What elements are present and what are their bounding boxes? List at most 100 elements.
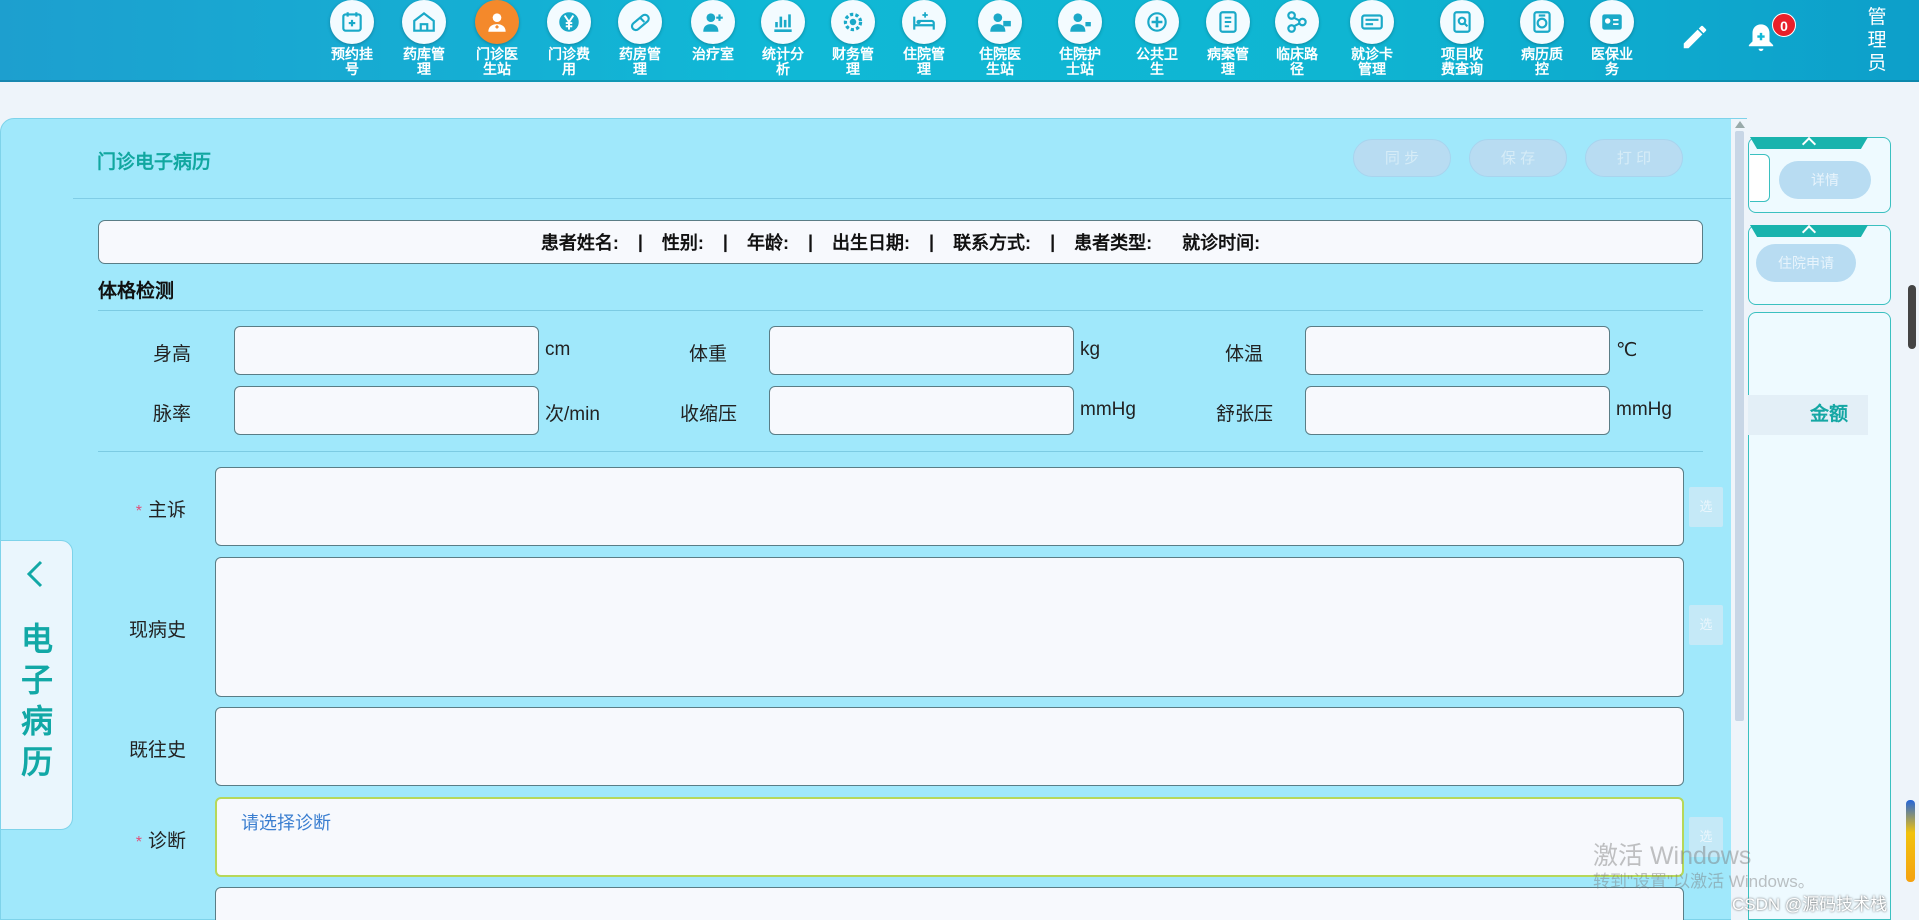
pulse-input[interactable]	[234, 386, 539, 435]
page-scrollbar-indicator	[1906, 800, 1915, 882]
present-illness-label: 现病史	[128, 620, 186, 641]
gear-coin-icon	[831, 0, 875, 44]
nav-item-1[interactable]: 预约挂号	[322, 0, 382, 77]
save-button[interactable]: 保 存	[1469, 139, 1567, 177]
details-button[interactable]: 详情	[1779, 161, 1871, 199]
page-title: 门诊电子病历	[97, 152, 212, 173]
present-illness-select-button[interactable]: 选	[1689, 605, 1723, 645]
doctor-icon	[475, 0, 519, 44]
systolic-input[interactable]	[769, 386, 1074, 435]
systolic-unit: mmHg	[1080, 399, 1136, 420]
nav-item-8[interactable]: 财务管理	[823, 0, 883, 77]
temperature-unit: ℃	[1616, 340, 1638, 361]
scroll-up-icon[interactable]	[1735, 121, 1745, 128]
activation-watermark-text: 转到"设置"以激活 Windows。	[1593, 872, 1815, 891]
diagnosis-label: * 诊断	[135, 831, 186, 852]
nav-item-9[interactable]: 住院管理	[894, 0, 954, 77]
required-mark: *	[135, 503, 142, 520]
contact-label: 联系方式:	[953, 233, 1032, 253]
nav-item-17[interactable]: 病历质控	[1512, 0, 1572, 77]
right-input[interactable]	[1750, 154, 1770, 202]
panel-scrollbar[interactable]	[1731, 119, 1748, 920]
nav-item-4[interactable]: 门诊费用	[539, 0, 599, 77]
nav-item-12[interactable]: 公共卫生	[1127, 0, 1187, 77]
nav-item-label: 药库管理	[403, 46, 445, 77]
pill-icon	[618, 0, 662, 44]
section-title-physical-exam: 体格检测	[98, 281, 175, 302]
notification-badge: 0	[1772, 13, 1796, 37]
present-illness-textarea[interactable]	[215, 557, 1684, 697]
nav-item-label: 预约挂号	[331, 46, 373, 77]
collapse-tab[interactable]	[1750, 137, 1868, 149]
height-input[interactable]	[234, 326, 539, 375]
weight-unit: kg	[1080, 339, 1101, 360]
gender-label: 性别:	[661, 233, 704, 253]
nav-item-13[interactable]: 病案管理	[1198, 0, 1258, 77]
medical-record-icon	[1206, 0, 1250, 44]
nav-item-11[interactable]: 住院护士站	[1050, 0, 1110, 77]
nav-item-label: 临床路径	[1276, 46, 1318, 77]
required-mark: *	[135, 834, 142, 851]
id-card-icon	[1350, 0, 1394, 44]
nav-item-16[interactable]: 项目收费查询	[1432, 0, 1492, 77]
chief-complaint-select-button[interactable]: 选	[1689, 487, 1723, 527]
health-cross-icon	[1135, 0, 1179, 44]
sync-button[interactable]: 同 步	[1353, 139, 1451, 177]
nurse-station-icon	[1058, 0, 1102, 44]
admission-request-button[interactable]: 住院申请	[1756, 244, 1856, 282]
nav-item-15[interactable]: 就诊卡管理	[1342, 0, 1402, 77]
calendar-plus-icon	[330, 0, 374, 44]
nav-item-5[interactable]: 药房管理	[610, 0, 670, 77]
chief-complaint-label: * 主诉	[135, 500, 186, 521]
nav-item-label: 统计分析	[762, 46, 804, 77]
nav-item-label: 门诊费用	[548, 46, 590, 77]
nav-item-14[interactable]: 临床路径	[1267, 0, 1327, 77]
temperature-input[interactable]	[1305, 326, 1610, 375]
patient-info-bar: 患者姓名: | 性别: | 年龄: | 出生日期: | 联系方式: | 患者类型: 就诊时间…	[98, 220, 1703, 264]
diastolic-input[interactable]	[1305, 386, 1610, 435]
divider	[98, 310, 1703, 311]
scrollbar-thumb[interactable]	[1735, 131, 1744, 721]
diastolic-label: 舒张压	[1215, 404, 1273, 425]
next-textarea[interactable]	[215, 887, 1684, 920]
nav-item-10[interactable]: 住院医生站	[970, 0, 1030, 77]
warehouse-icon	[402, 0, 446, 44]
patient-name-label: 患者姓名:	[540, 233, 619, 253]
chevron-left-icon[interactable]	[23, 559, 47, 589]
pulse-label: 脉率	[152, 404, 191, 425]
user-menu[interactable]: 管理员	[1866, 6, 1888, 75]
birth-date-label: 出生日期:	[832, 233, 911, 253]
nav-item-label: 医保业务	[1591, 46, 1633, 77]
diastolic-unit: mmHg	[1616, 399, 1672, 420]
nav-item-label: 治疗室	[692, 46, 734, 62]
weight-input[interactable]	[769, 326, 1074, 375]
patient-type-label: 患者类型:	[1074, 233, 1153, 253]
chief-complaint-textarea[interactable]	[215, 467, 1684, 546]
collapse-tab[interactable]	[1750, 225, 1868, 237]
print-button[interactable]: 打 印	[1585, 139, 1683, 177]
nav-item-label: 住院护士站	[1059, 46, 1101, 77]
nav-item-3[interactable]: 门诊医生站	[467, 0, 527, 77]
emr-drawer-tab[interactable]: 电子病历	[0, 540, 73, 830]
weight-label: 体重	[688, 344, 727, 365]
nav-item-7[interactable]: 统计分析	[753, 0, 813, 77]
past-history-textarea[interactable]	[215, 707, 1684, 786]
amount-column-header: 金额	[1748, 395, 1868, 435]
path-icon	[1275, 0, 1319, 44]
pulse-unit: 次/min	[545, 404, 600, 425]
quality-control-icon	[1520, 0, 1564, 44]
nav-item-label: 药房管理	[619, 46, 661, 77]
csdn-credit: CSDN @源码技术栈	[1732, 895, 1888, 914]
nav-item-2[interactable]: 药库管理	[394, 0, 454, 77]
diagnosis-input[interactable]: 请选择诊断	[215, 797, 1684, 877]
nav-item-label: 就诊卡管理	[1351, 46, 1393, 77]
divider	[98, 451, 1703, 452]
past-history-label: 既往史	[128, 740, 186, 761]
nav-item-18[interactable]: 医保业务	[1582, 0, 1642, 77]
edit-icon[interactable]	[1680, 22, 1710, 52]
age-label: 年龄:	[746, 233, 789, 253]
nav-item-6[interactable]: 治疗室	[683, 0, 743, 62]
nav-item-label: 病案管理	[1207, 46, 1249, 77]
page-scrollbar[interactable]	[1908, 285, 1916, 349]
divider	[73, 198, 1733, 199]
